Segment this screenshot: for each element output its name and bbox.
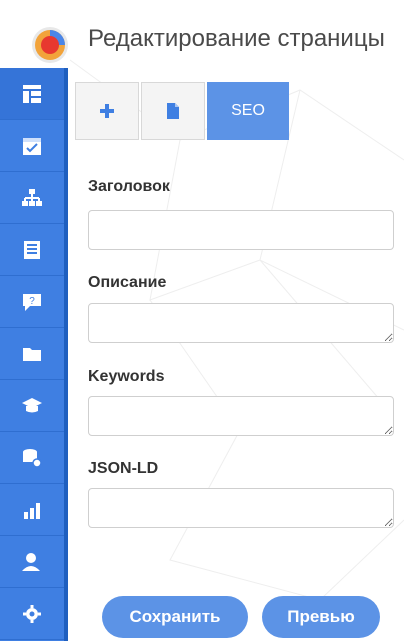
page-title: Редактирование страницы (88, 25, 385, 52)
sidebar-item-dashboard[interactable] (0, 68, 64, 120)
file-icon (167, 103, 179, 119)
sidebar-item-stats[interactable] (0, 484, 64, 536)
database-settings-icon (23, 448, 42, 468)
sidebar: ? (0, 68, 68, 641)
sidebar-item-database[interactable] (0, 432, 64, 484)
tab-page[interactable] (141, 82, 205, 140)
sidebar-item-users[interactable] (0, 536, 64, 588)
sidebar-item-news[interactable] (0, 224, 64, 276)
svg-text:?: ? (29, 296, 35, 307)
newspaper-icon (24, 240, 40, 259)
graduation-cap-icon (22, 397, 42, 412)
tab-seo-label: SEO (231, 102, 265, 119)
sitemap-icon (22, 188, 42, 206)
title-label: Заголовок (88, 178, 170, 195)
chat-question-icon: ? (23, 293, 41, 311)
gear-icon (23, 604, 41, 623)
description-label: Описание (88, 274, 167, 291)
dashboard-icon (23, 84, 41, 103)
user-icon (22, 552, 40, 571)
sidebar-item-files[interactable] (0, 328, 64, 380)
preview-button[interactable]: Превью (262, 596, 380, 638)
sidebar-item-calendar[interactable] (0, 120, 64, 172)
jsonld-textarea[interactable] (88, 488, 394, 528)
sidebar-item-faq[interactable]: ? (0, 276, 64, 328)
keywords-label: Keywords (88, 368, 165, 385)
tab-bar: SEO (75, 82, 291, 140)
tab-seo[interactable]: SEO (207, 82, 289, 140)
jsonld-label: JSON-LD (88, 460, 159, 477)
save-button[interactable]: Сохранить (102, 596, 248, 638)
sidebar-item-settings[interactable] (0, 588, 64, 640)
tab-add[interactable] (75, 82, 139, 140)
calendar-check-icon (23, 137, 41, 155)
title-input[interactable] (88, 210, 394, 250)
sidebar-item-education[interactable] (0, 380, 64, 432)
page-header: Редактирование страницы (0, 0, 404, 68)
description-textarea[interactable] (88, 303, 394, 343)
app-logo-icon (32, 27, 68, 63)
folder-icon (23, 347, 41, 361)
bar-chart-icon (24, 502, 40, 519)
keywords-textarea[interactable] (88, 396, 394, 436)
plus-icon (100, 104, 114, 118)
sidebar-item-sitemap[interactable] (0, 172, 64, 224)
